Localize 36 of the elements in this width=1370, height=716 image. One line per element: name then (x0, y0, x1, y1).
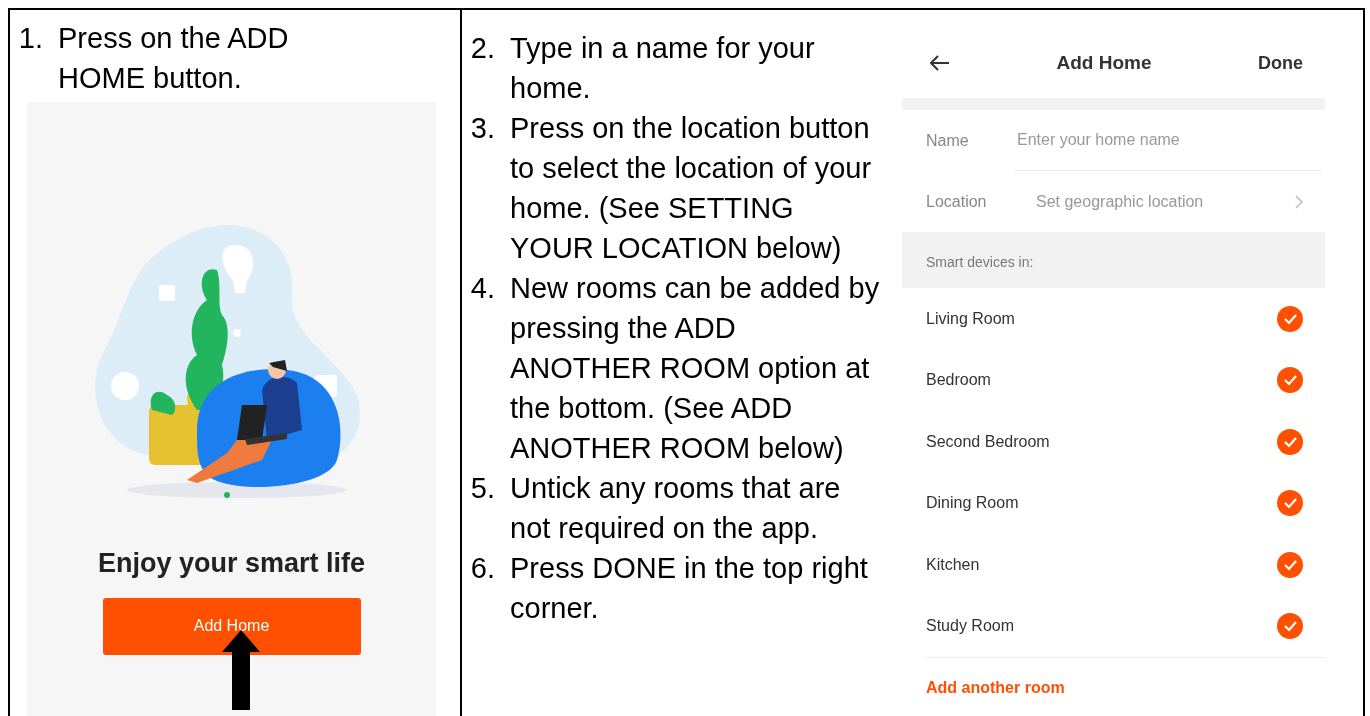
section-header: Smart devices in: (902, 232, 1325, 288)
field-label: Name (926, 130, 970, 151)
step-number: 5. (469, 471, 496, 506)
room-name: Bedroom (926, 370, 992, 391)
step-text: New rooms can be added by pressing the ADD ANOTHER ROOM option at the bottom. (See ADD ANOTHER ROOM below) (510, 271, 881, 466)
checkmark-icon[interactable] (1277, 551, 1303, 578)
add-home-button[interactable]: Add Home (102, 597, 361, 655)
step-number: 2. (469, 31, 496, 66)
checkmark-icon[interactable] (1277, 490, 1303, 517)
add-room-link[interactable]: Add another room (926, 676, 1065, 700)
chevron-right-icon (1295, 194, 1303, 209)
up-arrow-icon (222, 630, 260, 710)
step-text: Press on the location button to select the location of your home. (See SETTING YOUR LOCATION below) (510, 111, 873, 266)
screen-title: Add Home (1055, 50, 1153, 75)
room-name: Kitchen (926, 554, 981, 575)
step-text: Press DONE in the top right corner. (510, 551, 869, 626)
checkmark-icon[interactable] (1277, 613, 1303, 640)
headline: Enjoy your smart life (97, 547, 366, 580)
back-arrow-icon[interactable] (930, 55, 950, 71)
room-name: Living Room (926, 308, 1016, 329)
checkmark-icon[interactable] (1277, 428, 1303, 455)
step-number: 3. (469, 111, 496, 146)
step-text: Press on the ADD HOME button. (58, 21, 290, 96)
step-number: 6. (469, 551, 496, 586)
done-button[interactable]: Done (1258, 49, 1303, 77)
step-number: 1. (17, 21, 44, 56)
step-text: Untick any rooms that are not required on the app. (510, 471, 842, 546)
room-name: Second Bedroom (926, 431, 1051, 452)
room-name: Dining Room (926, 493, 1020, 514)
location-link[interactable]: Set geographic location (1036, 189, 1295, 214)
field-label: Location (926, 191, 988, 212)
checkmark-icon[interactable] (1277, 305, 1303, 332)
room-name: Study Room (926, 616, 1016, 637)
step-text: Type in a name for your home. (510, 31, 816, 106)
step-number: 4. (469, 271, 496, 306)
checkmark-icon[interactable] (1277, 367, 1303, 394)
